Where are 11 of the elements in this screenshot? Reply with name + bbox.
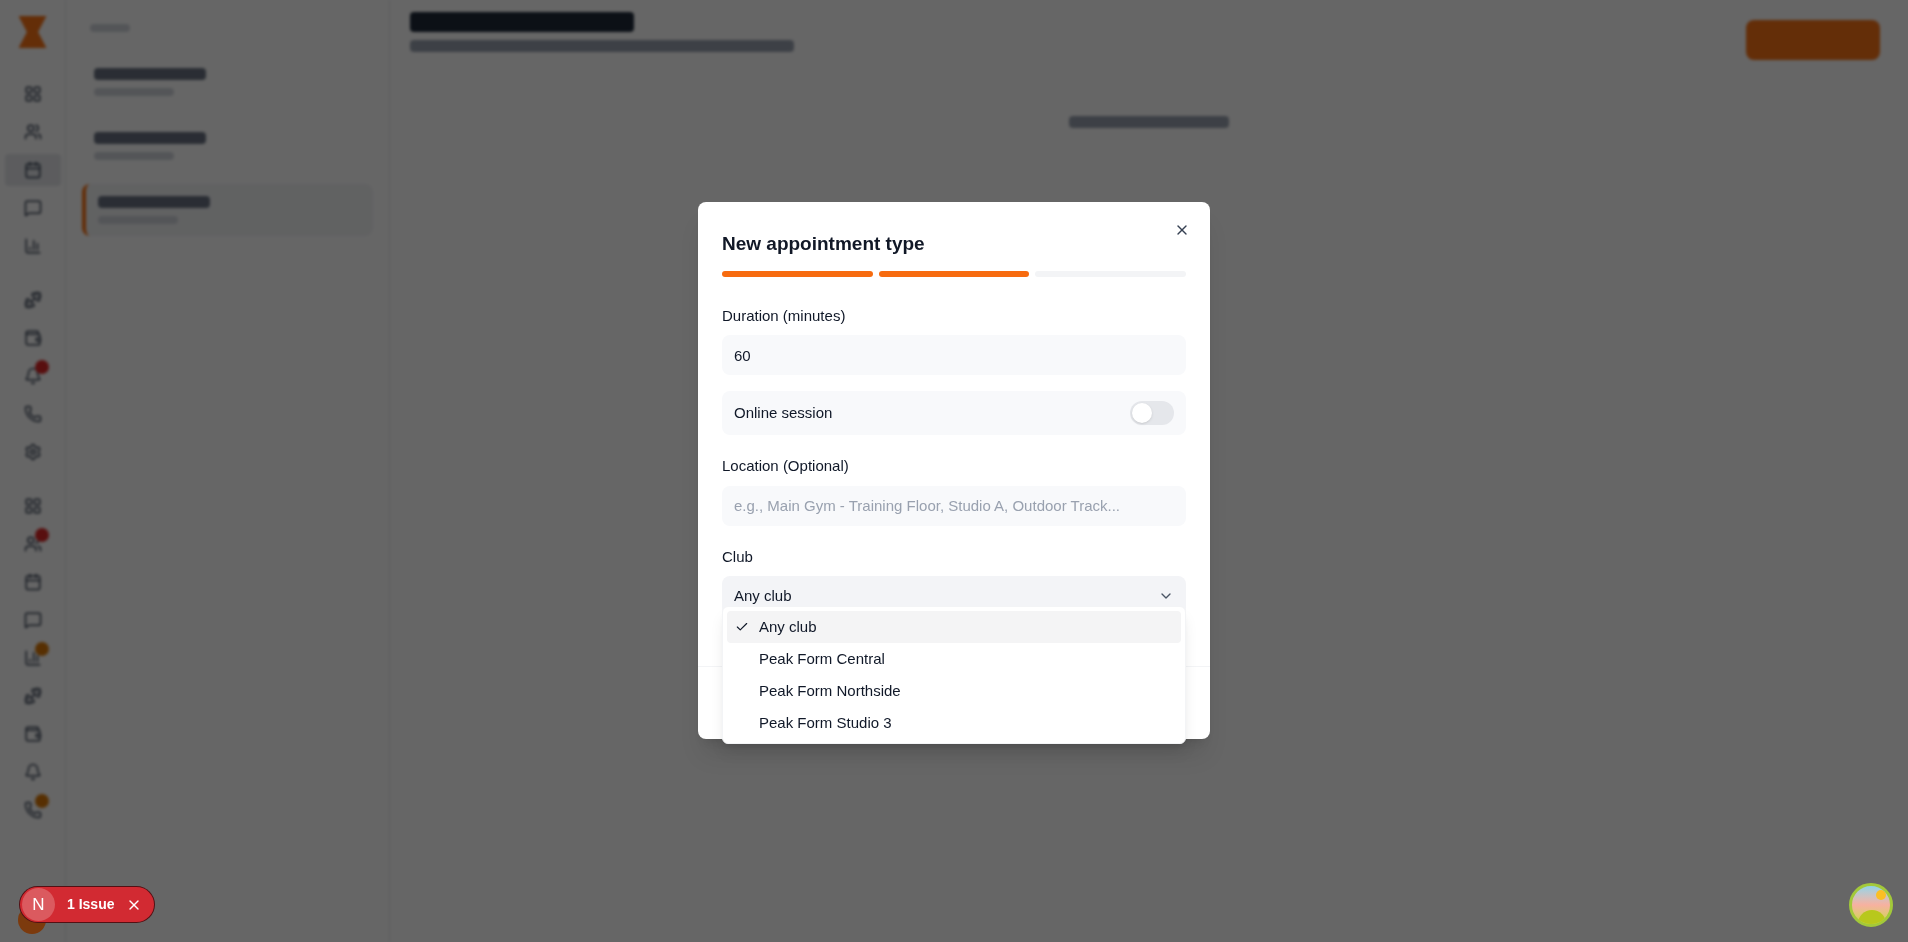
option-label: Peak Form Studio 3 [759,712,892,733]
option-label: Any club [759,616,817,637]
field-label: Club [722,546,754,567]
field-label: Duration (minutes) [722,305,847,326]
issue-count: 1 Issue [67,895,115,914]
avatar-letter: N [22,888,55,921]
dialog-title: New appointment type [722,232,926,256]
field-label: Location (Optional) [722,456,850,476]
option-label: Peak Form Northside [759,680,901,701]
toggle-label: Online session [734,402,833,423]
option-label: Peak Form Central [759,648,885,669]
